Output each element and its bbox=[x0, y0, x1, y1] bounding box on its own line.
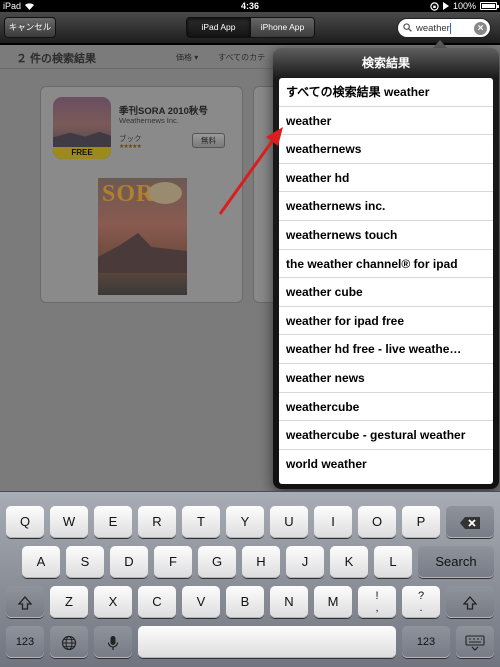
app-title[interactable]: 季刊SORA 2010秋号 bbox=[119, 103, 208, 117]
orientation-lock-icon bbox=[430, 1, 439, 11]
suggestion-item[interactable]: weather news bbox=[279, 364, 493, 393]
suggestion-item[interactable]: すべての検索結果 weather bbox=[279, 78, 493, 107]
key-m[interactable]: M bbox=[314, 586, 352, 618]
suggestion-item[interactable]: weathercube bbox=[279, 393, 493, 422]
key-q[interactable]: Q bbox=[6, 506, 44, 538]
rating-stars: ★★★★★ bbox=[119, 144, 142, 150]
suggestion-item[interactable]: world weather bbox=[279, 450, 493, 479]
key-x[interactable]: X bbox=[94, 586, 132, 618]
numbers-key-right[interactable]: 123 bbox=[402, 626, 450, 658]
suggestion-item[interactable]: weather hd bbox=[279, 164, 493, 193]
suggestion-item[interactable]: weathernews inc. bbox=[279, 192, 493, 221]
key-r[interactable]: R bbox=[138, 506, 176, 538]
key-v[interactable]: V bbox=[182, 586, 220, 618]
key-s[interactable]: S bbox=[66, 546, 104, 578]
key-exclaim-comma[interactable]: ! , bbox=[358, 586, 396, 618]
suggestion-item[interactable]: the weather channel® for ipad bbox=[279, 250, 493, 279]
dictation-key[interactable] bbox=[94, 626, 132, 658]
key-e[interactable]: E bbox=[94, 506, 132, 538]
key-p[interactable]: P bbox=[402, 506, 440, 538]
search-suggestions-popover: 検索結果 すべての検索結果 weather weather weathernew… bbox=[273, 48, 499, 489]
suggestion-item[interactable]: weather for ipad free bbox=[279, 307, 493, 336]
segment-iphone-app[interactable]: iPhone App bbox=[250, 18, 314, 37]
key-i[interactable]: I bbox=[314, 506, 352, 538]
suggestion-item[interactable]: weathernews touch bbox=[279, 221, 493, 250]
key-question-period[interactable]: ? . bbox=[402, 586, 440, 618]
key-d[interactable]: D bbox=[110, 546, 148, 578]
key-w[interactable]: W bbox=[50, 506, 88, 538]
hide-keyboard-key[interactable] bbox=[456, 626, 494, 658]
segment-ipad-app[interactable]: iPad App bbox=[187, 18, 250, 37]
search-field[interactable]: weather × bbox=[397, 18, 491, 38]
price-button[interactable]: 無料 bbox=[192, 133, 225, 148]
clear-search-icon[interactable]: × bbox=[474, 22, 487, 35]
play-icon bbox=[442, 2, 449, 10]
suggestion-item[interactable]: weather bbox=[279, 107, 493, 136]
popover-title: 検索結果 bbox=[361, 56, 410, 70]
key-t[interactable]: T bbox=[182, 506, 220, 538]
search-icon bbox=[403, 23, 412, 32]
text-cursor bbox=[449, 22, 451, 34]
app-screenshot: SORA bbox=[98, 178, 187, 295]
app-developer: Weathernews Inc. bbox=[119, 116, 179, 125]
key-a[interactable]: A bbox=[22, 546, 60, 578]
delete-key[interactable] bbox=[446, 506, 494, 538]
on-screen-keyboard: Q W E R T Y U I O P A S D F G H J K L Se… bbox=[0, 491, 500, 667]
app-card[interactable]: FREE 季刊SORA 2010秋号 Weathernews Inc. ブック … bbox=[40, 86, 243, 303]
shift-icon bbox=[463, 595, 477, 610]
keyboard-hide-icon bbox=[465, 635, 485, 651]
suggestion-item[interactable]: weather cube bbox=[279, 278, 493, 307]
suggestion-item[interactable]: weathernews bbox=[279, 135, 493, 164]
key-g[interactable]: G bbox=[198, 546, 236, 578]
key-z[interactable]: Z bbox=[50, 586, 88, 618]
key-b[interactable]: B bbox=[226, 586, 264, 618]
delete-icon bbox=[460, 516, 480, 529]
price-filter[interactable]: 価格 ▾ bbox=[176, 52, 198, 63]
free-badge: FREE bbox=[53, 147, 111, 159]
status-bar: iPad 4:36 100% bbox=[0, 0, 500, 12]
shift-key-left[interactable] bbox=[6, 586, 44, 618]
microphone-icon bbox=[107, 635, 119, 650]
numbers-key-left[interactable]: 123 bbox=[6, 626, 44, 658]
search-input[interactable]: weather bbox=[416, 23, 450, 34]
space-bar[interactable] bbox=[138, 626, 396, 658]
key-c[interactable]: C bbox=[138, 586, 176, 618]
shift-key-right[interactable] bbox=[446, 586, 494, 618]
app-icon: FREE bbox=[53, 97, 111, 159]
globe-icon bbox=[61, 635, 77, 650]
toolbar: キャンセル iPad App iPhone App weather × bbox=[0, 12, 500, 44]
shift-icon bbox=[18, 595, 32, 610]
clock: 4:36 bbox=[240, 1, 259, 11]
key-k[interactable]: K bbox=[330, 546, 368, 578]
globe-key[interactable] bbox=[50, 626, 88, 658]
battery-icon bbox=[480, 2, 499, 10]
key-f[interactable]: F bbox=[154, 546, 192, 578]
result-count: ２ 件の検索結果 bbox=[16, 53, 97, 65]
key-j[interactable]: J bbox=[286, 546, 324, 578]
device-segmented-control: iPad App iPhone App bbox=[186, 17, 315, 38]
suggestion-item[interactable]: weathercube - gestural weather bbox=[279, 421, 493, 450]
key-l[interactable]: L bbox=[374, 546, 412, 578]
suggestion-item[interactable]: weather hd free - live weathe… bbox=[279, 335, 493, 364]
category-filter[interactable]: すべてのカテ bbox=[218, 52, 265, 63]
cancel-button[interactable]: キャンセル bbox=[4, 17, 56, 38]
battery-percent: 100% bbox=[452, 1, 476, 11]
key-u[interactable]: U bbox=[270, 506, 308, 538]
suggestion-list: すべての検索結果 weather weather weathernews wea… bbox=[279, 78, 493, 484]
search-key[interactable]: Search bbox=[418, 546, 494, 578]
key-o[interactable]: O bbox=[358, 506, 396, 538]
key-n[interactable]: N bbox=[270, 586, 308, 618]
key-h[interactable]: H bbox=[242, 546, 280, 578]
key-y[interactable]: Y bbox=[226, 506, 264, 538]
